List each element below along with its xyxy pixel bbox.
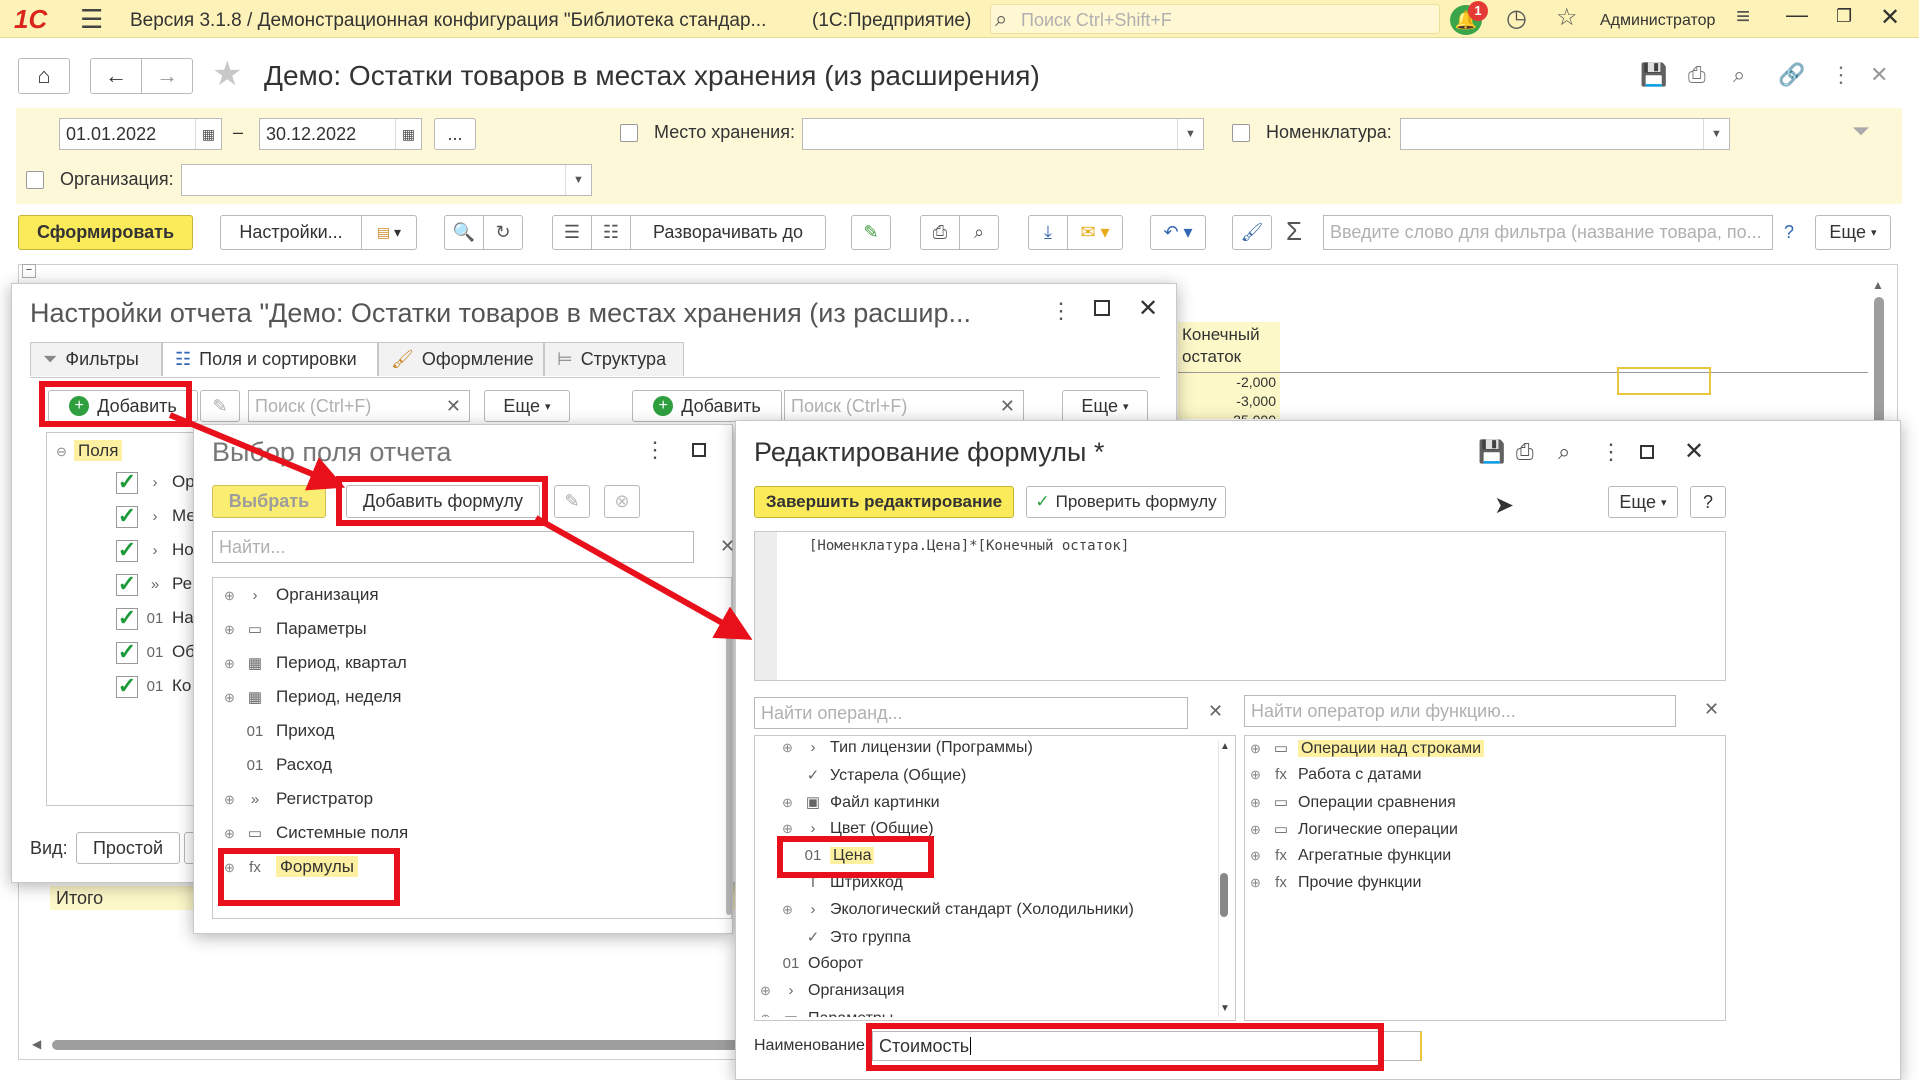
arrow-add-to-formula xyxy=(168,412,346,491)
annotation-arrows xyxy=(168,412,753,640)
arrow-formula-to-editor xyxy=(534,515,753,640)
